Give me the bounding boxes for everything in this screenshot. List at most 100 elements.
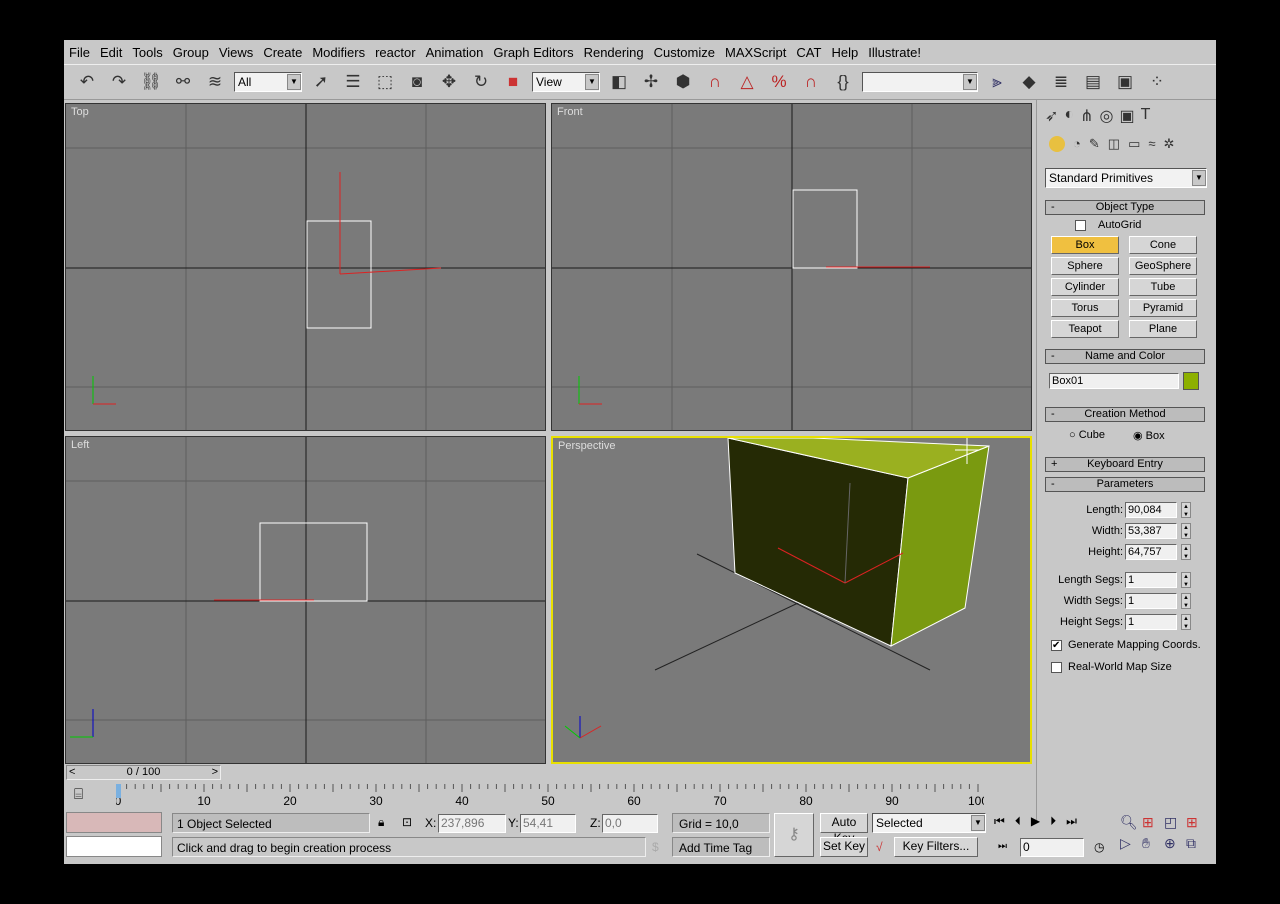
param-input[interactable]: 53,387 [1125, 523, 1177, 539]
geometry-icon[interactable] [1049, 136, 1065, 152]
field-of-view-icon[interactable]: ▷ [1120, 835, 1142, 852]
menu-help[interactable]: Help [826, 42, 863, 62]
teapot-button[interactable]: Teapot [1051, 320, 1119, 338]
go-to-end-icon[interactable]: ⏭ [1066, 814, 1077, 829]
menu-maxscript[interactable]: MAXScript [720, 42, 791, 62]
select-by-name-icon[interactable]: ☰ [340, 69, 366, 95]
cube-radio[interactable]: ○ Cube [1069, 429, 1105, 441]
box-object[interactable] [306, 220, 372, 329]
real-world-map-checkbox[interactable]: Real-World Map Size [1051, 661, 1172, 673]
undo-icon[interactable]: ↶ [74, 69, 100, 95]
menu-illustrate-[interactable]: Illustrate! [863, 42, 926, 62]
previous-frame-icon[interactable]: ⏴ [1015, 814, 1021, 829]
named-selection-dropdown[interactable]: ▼ [862, 72, 978, 92]
box-object[interactable] [792, 189, 858, 269]
display-tab-icon[interactable]: ▣ [1119, 106, 1134, 126]
systems-icon[interactable]: ✲ [1164, 136, 1175, 152]
key-mode-toggle-icon[interactable]: ⏭ [998, 837, 1007, 857]
go-to-start-icon[interactable]: ⏮ [994, 814, 1005, 829]
y-coordinate-field[interactable]: 54,41 [520, 814, 576, 833]
default-tangents-icon[interactable]: √ [876, 837, 883, 857]
edit-named-selection-icon[interactable]: {} [830, 69, 856, 95]
select-object-icon[interactable]: ➚ [308, 69, 334, 95]
select-and-link-icon[interactable]: ⛓ [138, 69, 164, 95]
generate-mapping-checkbox[interactable]: ✔ Generate Mapping Coords. [1051, 639, 1201, 651]
box-object[interactable] [259, 522, 368, 602]
redo-icon[interactable]: ↷ [106, 69, 132, 95]
zoom-extents-icon[interactable]: ◰ [1164, 814, 1186, 831]
param-input[interactable]: 1 [1125, 614, 1177, 630]
percent-snap-icon[interactable]: % [766, 69, 792, 95]
scale-icon[interactable]: ■ [500, 69, 526, 95]
menu-tools[interactable]: Tools [127, 42, 167, 62]
param-input[interactable]: 64,757 [1125, 544, 1177, 560]
keyboard-entry-rollout[interactable]: + Keyboard Entry [1045, 457, 1205, 472]
lock-selection-icon[interactable]: 🔒︎ [378, 812, 384, 832]
box-radio[interactable]: ◉ Box [1133, 429, 1165, 443]
torus-button[interactable]: Torus [1051, 299, 1119, 317]
hierarchy-tab-icon[interactable]: ⋔ [1080, 106, 1093, 126]
play-icon[interactable]: ▶ [1031, 814, 1040, 829]
set-key-big-button[interactable]: ⚷ [774, 813, 814, 857]
spinner-icon[interactable]: ▲ ▼ [1181, 593, 1191, 609]
autogrid-checkbox[interactable]: AutoGrid [1075, 219, 1141, 231]
current-frame-field[interactable]: 0 [1020, 838, 1084, 857]
zoom-all-icon[interactable]: ⊞ [1142, 814, 1164, 831]
next-frame-icon[interactable]: ⏵ [1050, 814, 1056, 829]
open-mini-curve-editor-icon[interactable]: ⌸ [74, 786, 83, 803]
menu-reactor[interactable]: reactor [370, 42, 420, 62]
pyramid-button[interactable]: Pyramid [1129, 299, 1197, 317]
viewport-front[interactable]: Front [551, 103, 1032, 431]
key-filters-button[interactable]: Key Filters... [894, 837, 978, 857]
cylinder-button[interactable]: Cylinder [1051, 278, 1119, 296]
viewport-top[interactable]: Top [65, 103, 546, 431]
menu-cat[interactable]: CAT [791, 42, 826, 62]
viewport-left[interactable]: Left [65, 436, 546, 764]
menu-modifiers[interactable]: Modifiers [307, 42, 370, 62]
unlink-icon[interactable]: ⚯ [170, 69, 196, 95]
helpers-icon[interactable]: ▭ [1128, 136, 1140, 152]
parameters-rollout[interactable]: - Parameters [1045, 477, 1205, 492]
set-key-button[interactable]: Set Key [820, 837, 868, 857]
box-button[interactable]: Box [1051, 236, 1119, 254]
create-tab-icon[interactable]: ➶ [1045, 106, 1058, 126]
bind-space-warp-icon[interactable]: ≋ [202, 69, 228, 95]
maximize-viewport-icon[interactable]: ⧉ [1186, 835, 1208, 852]
param-input[interactable]: 90,084 [1125, 502, 1177, 518]
radio-off[interactable]: ○ [1069, 429, 1076, 441]
menu-views[interactable]: Views [214, 42, 258, 62]
mirror-icon[interactable]: ⫸ [984, 69, 1010, 95]
next-frame-icon[interactable]: > [212, 766, 218, 779]
maxscript-listener-white[interactable] [66, 836, 162, 857]
spinner-icon[interactable]: ▲ ▼ [1181, 614, 1191, 630]
radio-on[interactable]: ◉ [1133, 429, 1143, 442]
snap-toggle-icon[interactable]: ∩ [702, 69, 728, 95]
material-editor-icon[interactable]: ⁘ [1144, 69, 1170, 95]
menu-customize[interactable]: Customize [649, 42, 720, 62]
spinner-icon[interactable]: ▲ ▼ [1181, 544, 1191, 560]
object-type-rollout[interactable]: - Object Type [1045, 200, 1205, 215]
time-slider[interactable]: < 0 / 100 > [66, 765, 221, 780]
layer-manager-icon[interactable]: ≣ [1048, 69, 1074, 95]
spinner-icon[interactable]: ▲ ▼ [1181, 523, 1191, 539]
spinner-icon[interactable]: ▲ ▼ [1181, 502, 1191, 518]
keyboard-shortcut-icon[interactable]: ⬢ [670, 69, 696, 95]
z-coordinate-field[interactable]: 0,0 [602, 814, 658, 833]
checkbox[interactable] [1051, 661, 1062, 673]
plane-button[interactable]: Plane [1129, 320, 1197, 338]
maxscript-listener-pink[interactable] [66, 812, 162, 833]
sphere-button[interactable]: Sphere [1051, 257, 1119, 275]
checkbox[interactable] [1075, 219, 1086, 231]
time-configuration-icon[interactable]: ◷ [1094, 837, 1104, 857]
track-bar[interactable]: 0102030405060708090100 [115, 784, 988, 808]
category-dropdown[interactable]: Standard Primitives ▼ [1045, 168, 1207, 188]
menu-edit[interactable]: Edit [95, 42, 127, 62]
spinner-icon[interactable]: ▲ ▼ [1181, 572, 1191, 588]
object-name-input[interactable]: Box01 [1049, 373, 1179, 389]
viewport-perspective[interactable]: Perspective [551, 436, 1032, 764]
key-mode-dropdown[interactable]: Selected ▼ [872, 813, 986, 833]
menu-group[interactable]: Group [168, 42, 214, 62]
rectangle-selection-icon[interactable]: ⬚ [372, 69, 398, 95]
param-input[interactable]: 1 [1125, 572, 1177, 588]
tube-button[interactable]: Tube [1129, 278, 1197, 296]
